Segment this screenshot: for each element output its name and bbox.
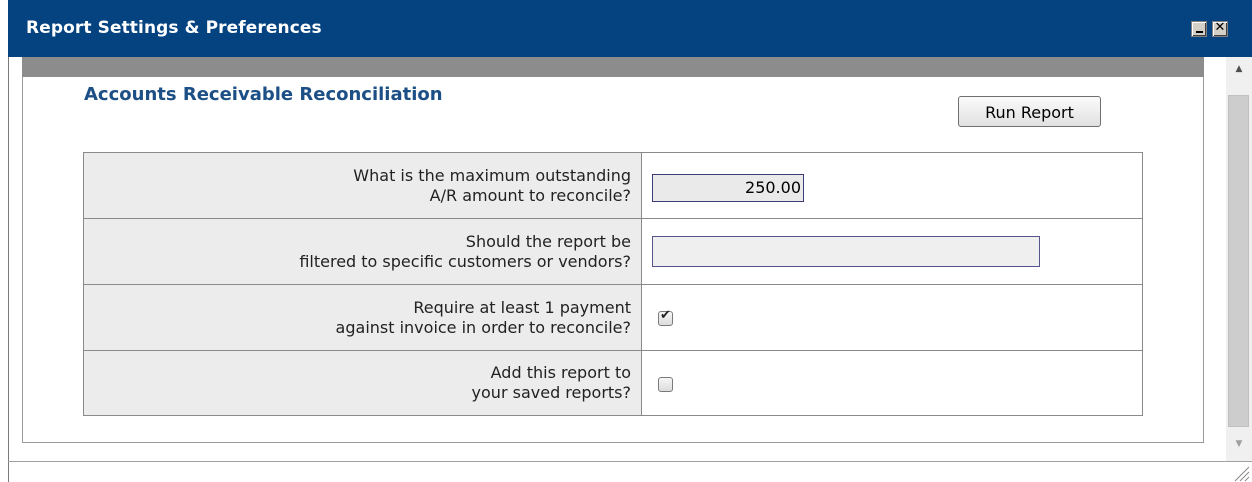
scroll-down-button[interactable]: ▼ [1226,430,1252,461]
close-button[interactable]: ✕ [1212,20,1228,37]
question-label-line: filtered to specific customers or vendor… [299,251,631,271]
window-titlebar: Report Settings & Preferences ✕ [8,0,1252,57]
window-title: Report Settings & Preferences [26,18,322,38]
question-label: Add this report to your saved reports? [83,350,642,416]
question-label-line: Should the report be [465,231,631,251]
arrow-up-icon: ▲ [1235,64,1243,74]
form-row: Should the report be filtered to specifi… [83,218,1143,285]
report-title: Accounts Receivable Reconciliation [84,84,443,105]
resize-grip-icon[interactable] [1232,464,1250,482]
scroll-up-button[interactable]: ▲ [1226,57,1252,95]
question-label-line: Add this report to [490,363,631,382]
question-label-line: A/R amount to reconcile? [429,185,631,205]
question-label-line: your saved reports? [471,383,631,402]
run-report-button[interactable]: Run Report [958,96,1101,127]
question-label: Require at least 1 payment against invoi… [83,284,642,351]
answer-cell: ✔ [641,284,1143,351]
form-row: Require at least 1 payment against invoi… [83,284,1143,351]
answer-cell [641,350,1143,416]
report-settings-form: What is the maximum outstanding A/R amou… [83,152,1143,416]
window-left-border [8,57,9,482]
question-label-line: Require at least 1 payment [413,297,631,317]
arrow-down-icon: ▼ [1235,439,1243,449]
answer-cell [641,152,1143,219]
minimize-icon [1196,31,1203,33]
question-label: Should the report be filtered to specifi… [83,218,642,285]
question-label-line: against invoice in order to reconcile? [335,317,631,337]
close-icon: ✕ [1214,20,1226,35]
question-label-line: What is the maximum outstanding [353,165,631,185]
answer-cell [641,218,1143,285]
question-label: What is the maximum outstanding A/R amou… [83,152,642,219]
max-amount-input[interactable] [652,173,804,202]
panel-header-strip [22,57,1204,77]
scroll-thumb[interactable] [1228,95,1249,427]
form-row: Add this report to your saved reports? [83,350,1143,416]
require-payment-checkbox[interactable]: ✔ [658,308,673,326]
form-row: What is the maximum outstanding A/R amou… [83,152,1143,219]
minimize-button[interactable] [1191,21,1207,37]
save-report-checkbox[interactable] [658,376,673,392]
window-bottom-border [8,461,1252,462]
customer-vendor-filter-input[interactable] [652,236,1040,267]
checkmark-icon: ✔ [660,308,671,323]
